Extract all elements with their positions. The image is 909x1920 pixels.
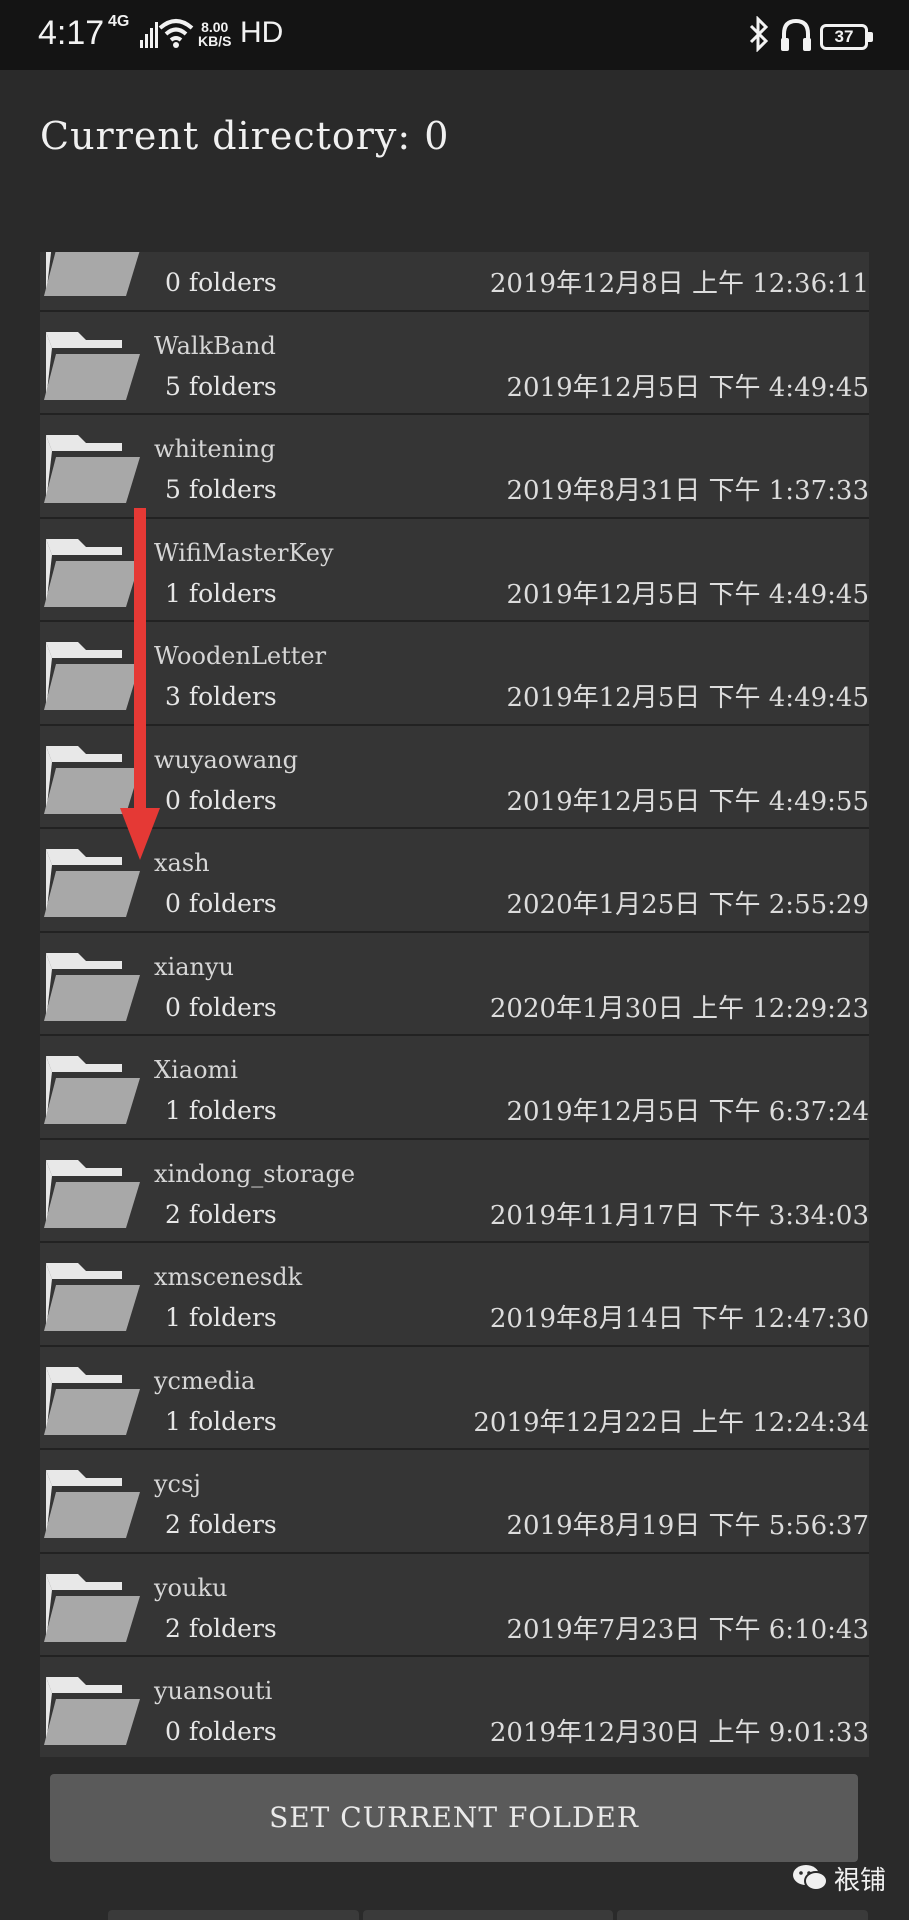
folder-name: WoodenLetter: [154, 642, 327, 670]
folder-name: whitening: [154, 435, 276, 463]
folder-name: wuyaowang: [154, 745, 298, 774]
folder-date: 2019年12月30日 上午 9:01:33: [489, 1718, 869, 1748]
headphones-icon: [781, 18, 811, 51]
folder-row[interactable]: VV… 0 folders 2019年12月8日 上午 12:36:11: [40, 252, 869, 312]
folder-row[interactable]: xindong_storage 2 folders 2019年11月17日 下午 3…: [40, 1139, 869, 1243]
folder-row[interactable]: xianyu 0 folders 2020年1月30日 上午 12:29:23: [40, 932, 869, 1036]
folder-name: ycmedia: [154, 1366, 256, 1395]
folder-date: 2019年8月14日 下午 12:47:30: [489, 1304, 869, 1334]
folder-date: 2019年12月5日 下午 4:49:55: [506, 786, 869, 817]
folder-name: WalkBand: [154, 331, 276, 360]
folder-name: xmscenesdk: [154, 1263, 303, 1291]
folder-row[interactable]: Xiaomi 1 folders 2019年12月5日 下午 6:37:24: [40, 1036, 869, 1140]
folder-icon: [44, 252, 140, 296]
folder-count: 0 folders: [165, 1717, 277, 1746]
folder-name: xash: [154, 849, 210, 877]
wifi-icon: [158, 19, 194, 48]
folder-icon: [44, 1263, 140, 1331]
bottom-nav: [108, 1910, 869, 1920]
status-bar: 4:17 4G 8.00 KB/S HD 37: [0, 0, 909, 70]
folder-count: 2 folders: [165, 1199, 277, 1229]
folder-icon: [44, 1470, 140, 1538]
folder-icon: [44, 435, 140, 503]
signal-icon: [140, 22, 158, 48]
status-time: 4:17: [38, 14, 105, 52]
folder-date: 2019年12月8日 上午 12:36:11: [489, 269, 869, 299]
folder-count: 2 folders: [165, 1613, 277, 1643]
folder-list[interactable]: VV… 0 folders 2019年12月8日 上午 12:36:11 WalkBa…: [40, 252, 869, 1757]
folder-date: 2020年1月25日 下午 2:55:29: [506, 890, 869, 920]
folder-date: 2020年1月30日 上午 12:29:23: [489, 993, 869, 1024]
folder-date: 2019年12月5日 下午 6:37:24: [506, 1097, 869, 1127]
folder-row[interactable]: youku 2 folders 2019年7月23日 下午 6:10:43: [40, 1553, 869, 1657]
folder-icon: [44, 331, 140, 400]
set-current-folder-button[interactable]: SET CURRENT FOLDER: [50, 1774, 858, 1862]
folder-date: 2019年11月17日 下午 3:34:03: [489, 1200, 869, 1231]
folder-row[interactable]: yuansouti 0 folders 2019年12月30日 上午 9:01:33: [40, 1657, 869, 1757]
folder-name: VV…: [154, 252, 213, 256]
folder-name: youku: [154, 1573, 228, 1602]
folder-count: 1 folders: [165, 1303, 277, 1332]
folder-name: WifiMasterKey: [154, 538, 334, 567]
folder-row[interactable]: ycsj 2 folders 2019年8月19日 下午 5:56:37: [40, 1450, 869, 1554]
folder-count: 5 folders: [165, 371, 277, 401]
folder-row[interactable]: whitening 5 folders 2019年8月31日 下午 1:37:33: [40, 415, 869, 519]
network-speed: 8.00 KB/S: [198, 20, 231, 48]
folder-date: 2019年8月31日 下午 1:37:33: [506, 476, 869, 506]
folder-count: 2 folders: [165, 1510, 277, 1539]
folder-icon: [44, 1159, 140, 1228]
folder-date: 2019年12月5日 下午 4:49:45: [506, 579, 869, 610]
folder-row[interactable]: WalkBand 5 folders 2019年12月5日 下午 4:49:45: [40, 311, 869, 415]
folder-count: 0 folders: [165, 785, 277, 815]
speed-unit: KB/S: [198, 33, 232, 49]
folder-row[interactable]: xmscenesdk 1 folders 2019年8月14日 下午 12:47:3…: [40, 1243, 869, 1347]
folder-count: 0 folders: [165, 268, 277, 297]
folder-row[interactable]: WoodenLetter 3 folders 2019年12月5日 下午 4:49:…: [40, 622, 869, 726]
folder-row[interactable]: xash 0 folders 2020年1月25日 下午 2:55:29: [40, 829, 869, 933]
bottom-tab[interactable]: [108, 1910, 359, 1920]
folder-count: 1 folders: [165, 1096, 277, 1125]
folder-row[interactable]: ycmedia 1 folders 2019年12月22日 上午 12:24:34: [40, 1346, 869, 1450]
watermark-text: 裉铺: [834, 1866, 887, 1896]
bottom-tab[interactable]: [362, 1910, 614, 1920]
folder-count: 0 folders: [165, 889, 277, 918]
folder-name: Xiaomi: [154, 1056, 238, 1084]
bottom-tab[interactable]: [617, 1910, 869, 1920]
bluetooth-icon: [749, 16, 769, 52]
folder-date: 2019年12月22日 上午 12:24:34: [473, 1407, 869, 1438]
arrow-annotation: [120, 508, 160, 860]
folder-name: xianyu: [154, 952, 234, 981]
folder-date: 2019年8月19日 下午 5:56:37: [506, 1511, 869, 1541]
folder-count: 5 folders: [165, 475, 277, 504]
folder-date: 2019年7月23日 下午 6:10:43: [506, 1614, 869, 1645]
folder-row[interactable]: wuyaowang 0 folders 2019年12月5日 下午 4:49:55: [40, 725, 869, 829]
folder-count: 3 folders: [165, 682, 277, 711]
folder-count: 1 folders: [165, 1406, 277, 1436]
folder-icon: [44, 1573, 140, 1642]
speed-value: 8.00: [201, 19, 229, 35]
watermark: 裉铺: [792, 1860, 886, 1897]
folder-icon: [44, 952, 140, 1021]
folder-icon: [44, 1366, 140, 1435]
folder-row[interactable]: WifiMasterKey 1 folders 2019年12月5日 下午 4:49…: [40, 518, 869, 622]
hd-indicator: HD: [240, 16, 284, 49]
folder-name: xindong_storage: [154, 1159, 356, 1188]
folder-name: ycsj: [154, 1470, 201, 1498]
network-type: 4G: [108, 13, 130, 30]
folder-count: 0 folders: [165, 992, 277, 1022]
folder-name: yuansouti: [154, 1677, 273, 1705]
folder-date: 2019年12月5日 下午 4:49:45: [506, 372, 869, 403]
battery-icon: 37: [820, 24, 868, 50]
page-title: Current directory: 0: [40, 114, 450, 158]
folder-count: 1 folders: [165, 578, 277, 608]
battery-level: 37: [834, 27, 854, 46]
folder-icon: [44, 1056, 140, 1124]
battery-tip: [868, 32, 873, 42]
folder-icon: [44, 1677, 140, 1745]
folder-date: 2019年12月5日 下午 4:49:45: [506, 683, 869, 713]
